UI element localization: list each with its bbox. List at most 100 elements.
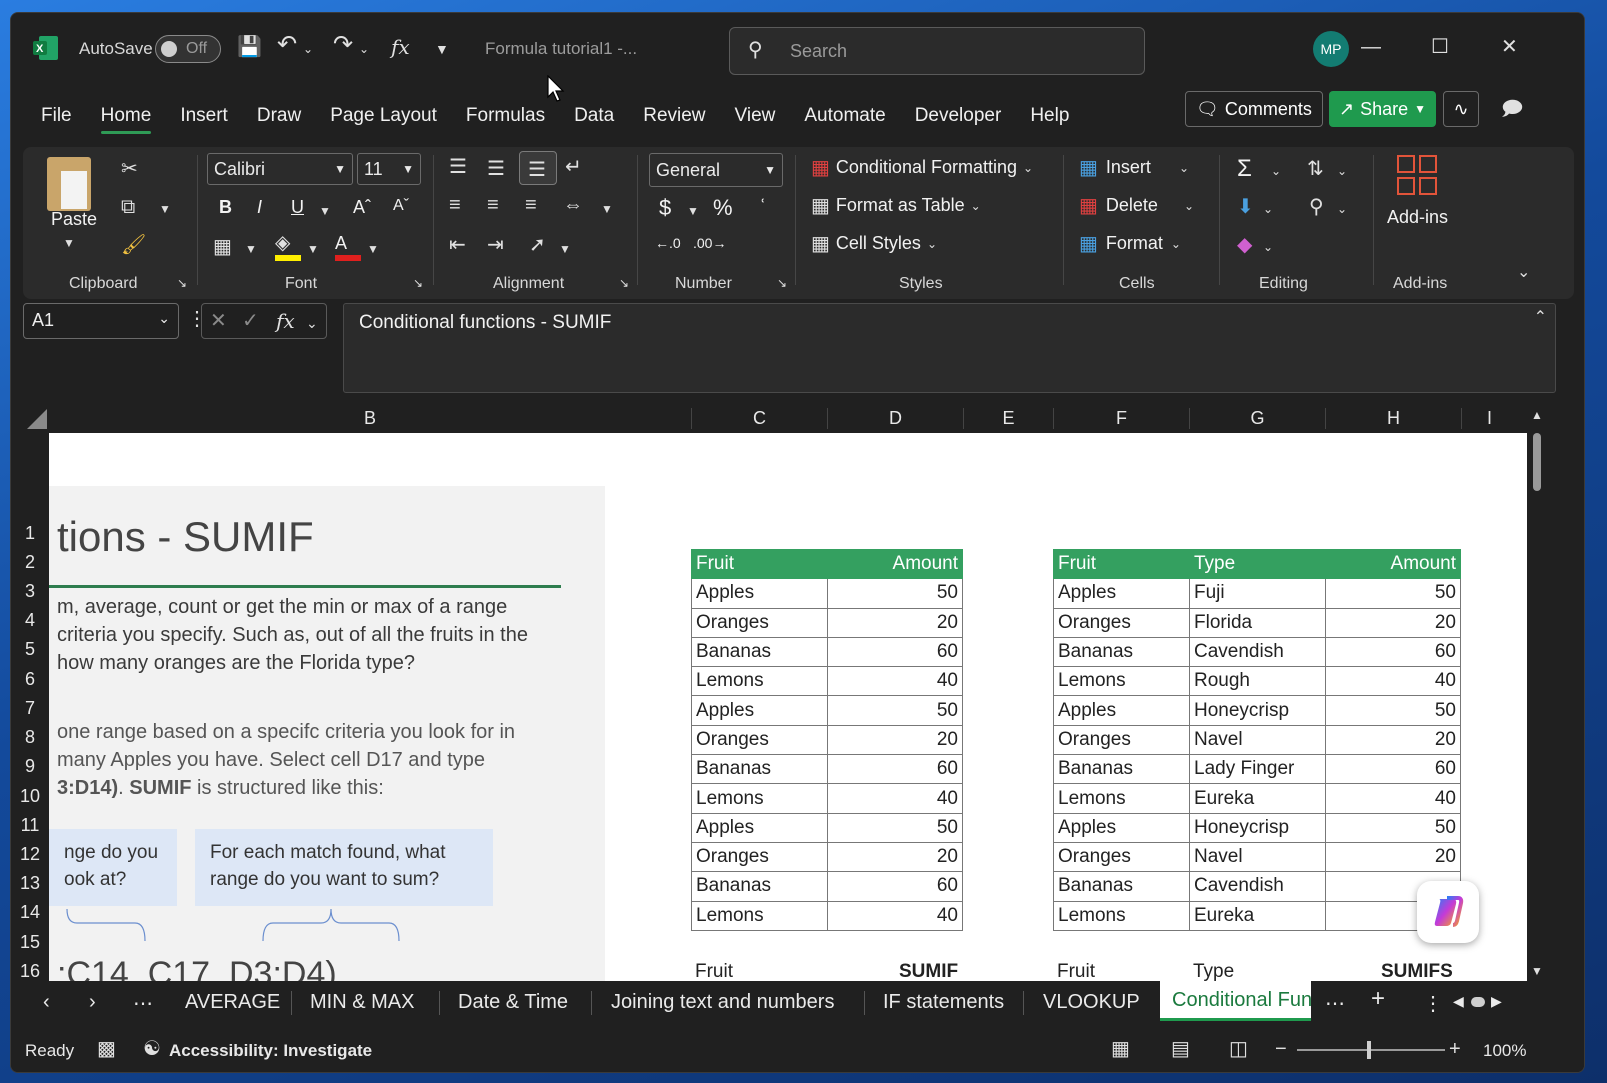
table-cell[interactable]: Navel: [1189, 724, 1326, 756]
table-cell[interactable]: Bananas: [1053, 636, 1190, 668]
tab-scroll-right-icon[interactable]: ›: [89, 991, 96, 1014]
tabs-more-icon[interactable]: ⋯: [1325, 991, 1345, 1016]
cancel-icon[interactable]: ✕: [210, 311, 227, 331]
table-cell[interactable]: Oranges: [1053, 841, 1190, 873]
row-header[interactable]: 5: [11, 639, 49, 660]
table-cell[interactable]: 60: [826, 636, 963, 668]
sheet-options-icon[interactable]: ⋮: [1423, 991, 1443, 1016]
table-cell[interactable]: Honeycrisp: [1189, 812, 1326, 843]
zoom-slider[interactable]: [1297, 1041, 1445, 1059]
table-header-cell[interactable]: Type: [1189, 548, 1326, 580]
table-cell[interactable]: Apples: [691, 578, 828, 609]
row-header[interactable]: 8: [11, 727, 49, 748]
align-bottom-button[interactable]: ☰: [519, 151, 557, 185]
orientation-dropdown-icon[interactable]: ▼: [559, 239, 571, 259]
decrease-font-icon[interactable]: Aˇ: [393, 197, 409, 215]
horizontal-scroll-thumb[interactable]: [1471, 997, 1485, 1007]
underline-icon[interactable]: U: [291, 197, 304, 218]
table-cell[interactable]: Bananas: [691, 871, 828, 902]
clipboard-launcher-icon[interactable]: ↘: [177, 273, 187, 293]
table-cell[interactable]: 20: [826, 607, 963, 638]
zoom-in-icon[interactable]: +: [1449, 1039, 1461, 1059]
table-cell[interactable]: Apples: [691, 695, 828, 726]
row-header[interactable]: 13: [11, 873, 49, 894]
table-cell[interactable]: 40: [826, 900, 963, 931]
table-cell[interactable]: 40: [1325, 783, 1461, 814]
accessibility-icon[interactable]: ☯: [143, 1039, 161, 1059]
zoom-out-icon[interactable]: −: [1275, 1039, 1287, 1059]
paste-button[interactable]: Paste: [51, 209, 97, 230]
add-ins-icon[interactable]: [1397, 155, 1439, 197]
column-header-g[interactable]: G: [1189, 408, 1325, 429]
table-cell[interactable]: Apples: [1053, 695, 1190, 726]
table-cell[interactable]: 50: [826, 812, 963, 843]
maximize-icon[interactable]: ☐: [1431, 37, 1449, 57]
menu-formulas[interactable]: Formulas: [466, 105, 545, 127]
add-sheet-icon[interactable]: +: [1371, 985, 1385, 1013]
table-cell[interactable]: 60: [826, 754, 963, 785]
search-box[interactable]: ⚲ Search: [729, 27, 1145, 75]
column-header-h[interactable]: H: [1325, 408, 1461, 429]
decrease-decimal-icon[interactable]: .00→: [693, 235, 726, 251]
worksheet-grid[interactable]: tions - SUMIF m, average, count or get t…: [49, 433, 1527, 981]
table-cell[interactable]: Lemons: [1053, 900, 1190, 931]
table-cell[interactable]: Lady Finger: [1189, 754, 1326, 785]
minimize-icon[interactable]: —: [1361, 37, 1381, 57]
increase-font-icon[interactable]: Aˆ: [353, 197, 371, 218]
menu-review[interactable]: Review: [643, 105, 705, 127]
clear-icon[interactable]: ◆: [1237, 235, 1252, 255]
borders-icon[interactable]: ▦: [213, 237, 232, 257]
italic-icon[interactable]: I: [257, 197, 262, 218]
scroll-left-icon[interactable]: ◀: [1453, 993, 1464, 1010]
menu-insert[interactable]: Insert: [180, 105, 228, 127]
font-family-select[interactable]: Calibri ▼: [207, 153, 353, 185]
table-cell[interactable]: Apples: [691, 812, 828, 843]
font-color-dropdown-icon[interactable]: ▼: [367, 239, 379, 259]
table-cell[interactable]: Bananas: [1053, 754, 1190, 785]
activity-button[interactable]: ∿: [1443, 91, 1479, 127]
table-header-cell[interactable]: Amount: [826, 548, 963, 580]
column-header-b[interactable]: B: [49, 408, 691, 429]
increase-indent-icon[interactable]: ⇥: [487, 235, 504, 255]
table-cell[interactable]: Cavendish: [1189, 871, 1326, 902]
table-cell[interactable]: Apples: [1053, 812, 1190, 843]
table-cell[interactable]: Eureka: [1189, 783, 1326, 814]
align-top-icon[interactable]: ☰: [449, 157, 467, 177]
orientation-icon[interactable]: ➚: [529, 235, 546, 255]
autosum-dropdown-icon[interactable]: ⌄: [1271, 161, 1281, 181]
undo-icon[interactable]: ↶: [277, 33, 297, 57]
table-cell[interactable]: Lemons: [691, 783, 828, 814]
row-header[interactable]: 11: [11, 815, 49, 836]
share-button[interactable]: ↗ Share ▼: [1329, 91, 1437, 127]
zoom-level[interactable]: 100%: [1483, 1041, 1526, 1061]
paste-icon[interactable]: [47, 157, 91, 211]
find-select-icon[interactable]: ⚲: [1309, 197, 1324, 217]
conditional-formatting-button[interactable]: ▦ Conditional Formatting ⌄: [811, 157, 1033, 178]
avatar[interactable]: MP: [1313, 31, 1349, 67]
delete-cells-button[interactable]: ▦ Delete ⌄: [1079, 195, 1194, 216]
table-cell[interactable]: Bananas: [1053, 871, 1190, 902]
table-cell[interactable]: 50: [1325, 812, 1461, 843]
enter-icon[interactable]: ✓: [242, 311, 259, 331]
scrollbar-thumb[interactable]: [1533, 433, 1541, 491]
copilot-button[interactable]: [1417, 881, 1479, 943]
zoom-slider-thumb[interactable]: [1367, 1041, 1371, 1059]
close-icon[interactable]: ✕: [1501, 37, 1518, 57]
increase-decimal-icon[interactable]: ←.0: [655, 235, 681, 251]
tab-conditional-functions[interactable]: Conditional Fun: [1160, 981, 1322, 1021]
menu-view[interactable]: View: [735, 105, 776, 127]
borders-dropdown-icon[interactable]: ▼: [245, 239, 257, 259]
currency-dropdown-icon[interactable]: ▼: [687, 201, 699, 221]
find-dropdown-icon[interactable]: ⌄: [1337, 199, 1347, 219]
align-center-icon[interactable]: ≡: [487, 195, 499, 215]
table-header-cell[interactable]: Amount: [1325, 548, 1461, 580]
table-cell[interactable]: Lemons: [691, 666, 828, 697]
scroll-down-icon[interactable]: ▼: [1531, 961, 1543, 981]
page-layout-view-icon[interactable]: ▤: [1171, 1039, 1190, 1059]
table-cell[interactable]: Oranges: [691, 607, 828, 638]
function-icon[interactable]: fx: [391, 37, 410, 57]
table-cell[interactable]: Oranges: [1053, 724, 1190, 756]
table-cell[interactable]: Oranges: [1053, 607, 1190, 638]
align-middle-icon[interactable]: ☰: [487, 159, 505, 179]
merge-dropdown-icon[interactable]: ▼: [601, 199, 613, 219]
